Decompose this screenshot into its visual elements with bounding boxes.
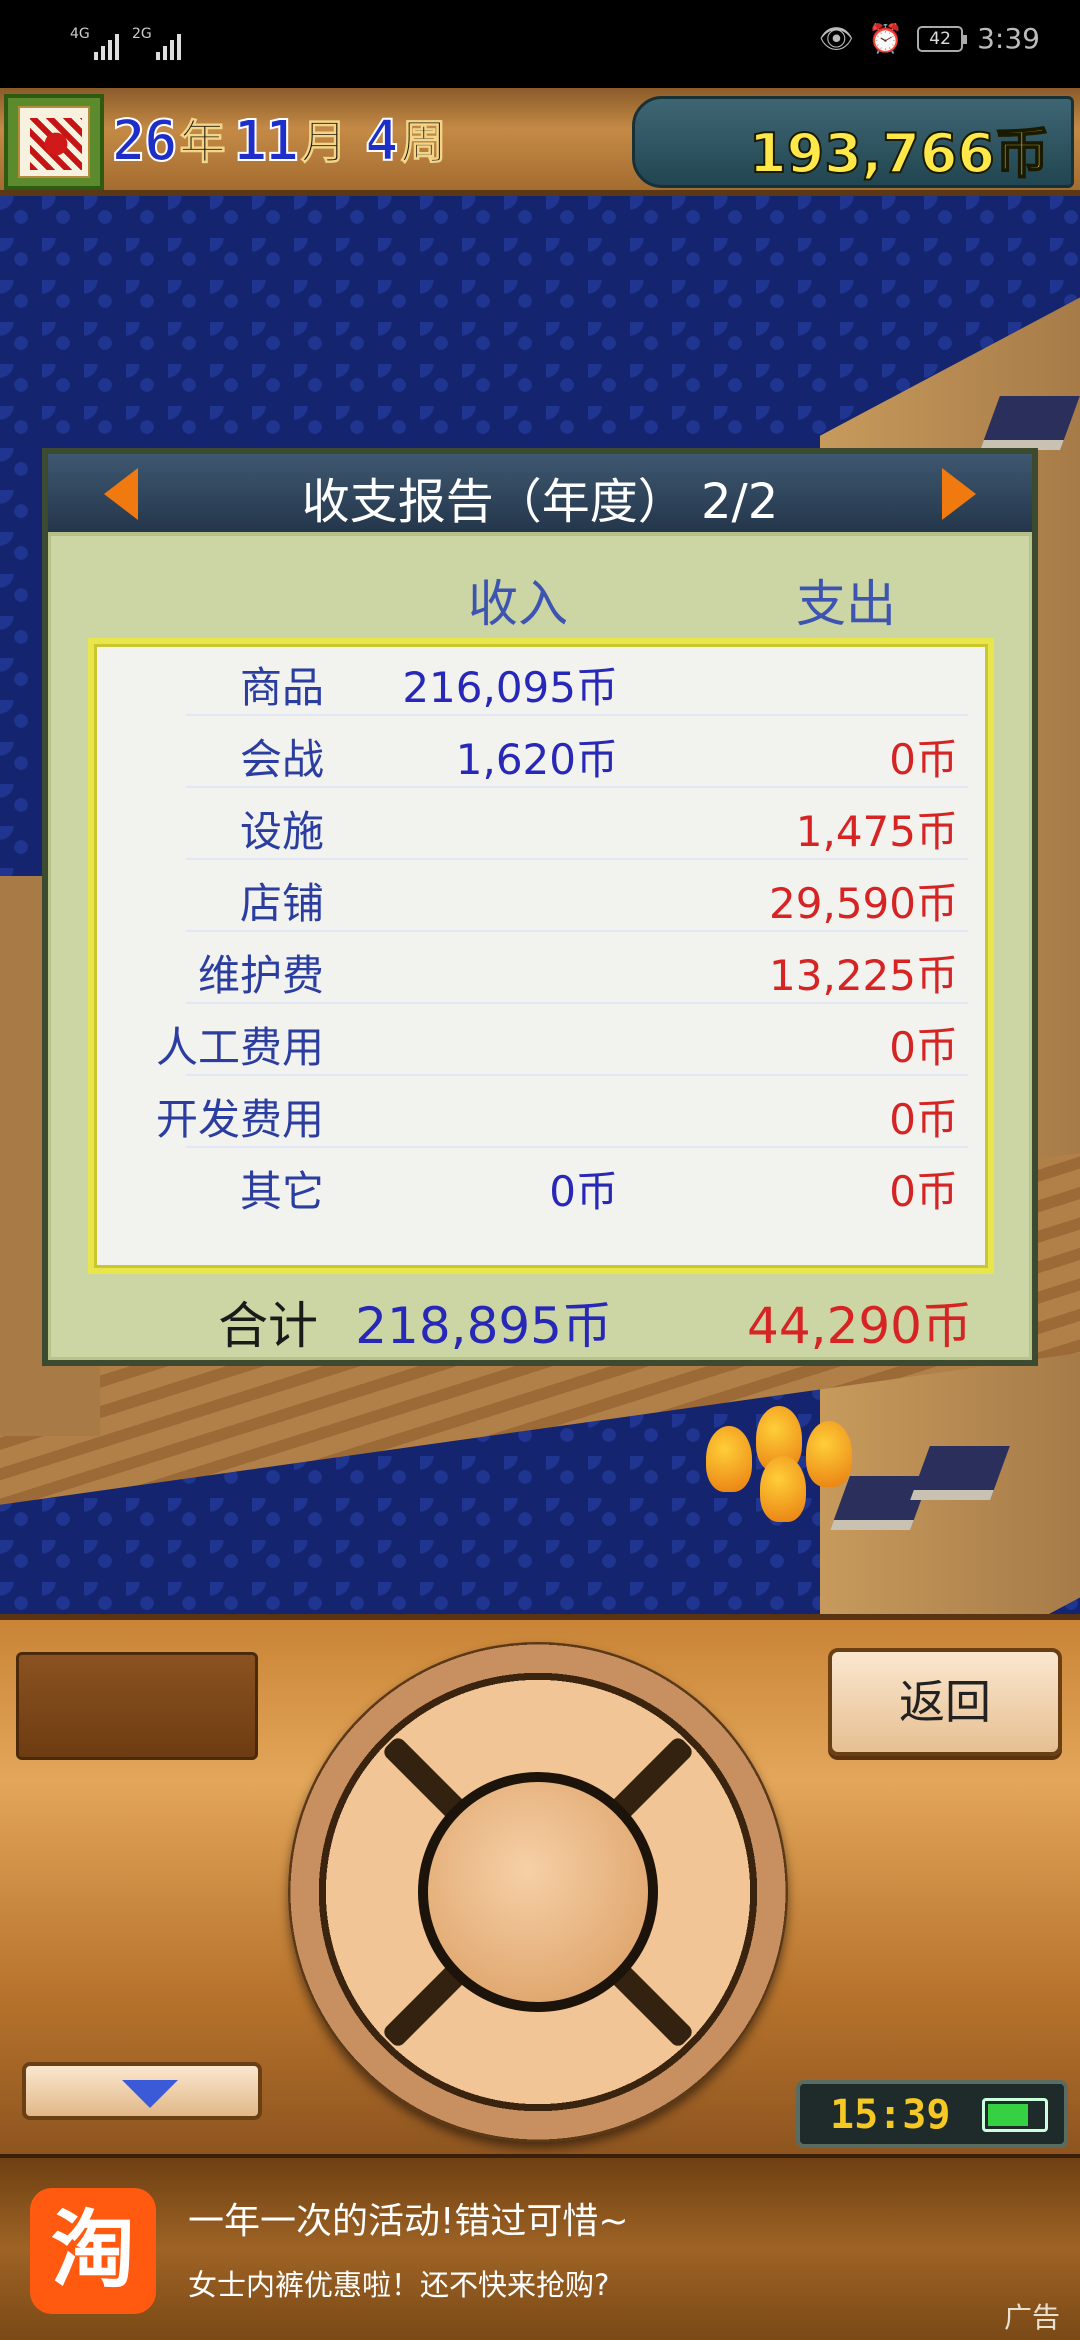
- row-label: 会战: [239, 735, 324, 784]
- income-expense-report: 收支报告（年度） 2/2 收入 支出 商品 216,095币 会战 1,620币…: [42, 448, 1038, 1366]
- table-row: 人工费用 0币: [156, 1004, 968, 1076]
- row-expense: 1,475币: [795, 807, 958, 856]
- week-unit: 周: [400, 115, 447, 170]
- table-row: 店铺 29,590币: [186, 860, 968, 932]
- status-bar: 4G 2G 👁 ⏰ 42 3:39: [0, 0, 1080, 88]
- battery-icon: [982, 2098, 1048, 2132]
- month-unit: 月: [300, 115, 347, 170]
- ad-banner[interactable]: 淘 一年一次的活动!错过可惜~ 女士内裤优惠啦！还不快来抢购? 广告: [0, 2154, 1080, 2340]
- network-type-2: 2G: [132, 26, 152, 42]
- dpad[interactable]: [288, 1642, 788, 2142]
- table-row: 其它 0币 0币: [186, 1148, 968, 1220]
- table-row: 维护费 13,225币: [186, 932, 968, 1004]
- row-expense: 13,225币: [769, 951, 958, 1000]
- money-value: 193,766币: [748, 121, 1050, 186]
- signal-icon-2: 2G: [132, 26, 181, 60]
- report-table: 商品 216,095币 会战 1,620币 0币 设施 1,475币 店铺 29…: [88, 638, 994, 1274]
- row-income: 0币: [549, 1167, 618, 1216]
- row-label: 维护费: [197, 951, 324, 1000]
- row-label: 店铺: [239, 879, 324, 928]
- game-date: 26 年 11 月 4 周: [111, 106, 455, 175]
- network-type-1: 4G: [70, 26, 90, 42]
- row-expense: 0币: [889, 1167, 958, 1216]
- table-row: 设施 1,475币: [186, 788, 968, 860]
- clock-time: 15:39: [830, 2092, 951, 2138]
- game-header: 26 年 11 月 4 周 193,766币: [0, 88, 1080, 196]
- row-expense: 29,590币: [769, 879, 958, 928]
- row-expense: 0币: [889, 735, 958, 784]
- ad-subline[interactable]: 女士内裤优惠啦！还不快来抢购?: [188, 2262, 609, 2304]
- money-display: 193,766币: [632, 96, 1074, 188]
- ad-label: 广告: [1003, 2301, 1060, 2334]
- dpad-center-button[interactable]: [418, 1772, 658, 2012]
- game-clock: 15:39: [796, 2080, 1068, 2148]
- report-header: 收支报告（年度） 2/2: [48, 454, 1032, 536]
- income-column-header: 收入: [468, 575, 568, 633]
- taobao-app-icon[interactable]: 淘: [30, 2188, 156, 2314]
- week-value: 4: [364, 108, 400, 175]
- year-unit: 年: [179, 115, 226, 170]
- row-expense: 0币: [889, 1095, 958, 1144]
- year-value: 26: [111, 108, 178, 175]
- total-income: 218,895币: [355, 1297, 612, 1355]
- row-label: 商品: [239, 663, 324, 712]
- status-time: 3:39: [977, 22, 1040, 55]
- month-value: 11: [232, 108, 299, 175]
- table-row: 开发费用 0币: [156, 1076, 968, 1148]
- signal-icon: 4G: [70, 26, 119, 60]
- ad-headline[interactable]: 一年一次的活动!错过可惜~: [188, 2192, 629, 2244]
- control-panel: 返回 15:39: [0, 1614, 1080, 2154]
- empty-slot-button[interactable]: [16, 1652, 258, 1760]
- down-arrow-icon: [122, 2080, 178, 2108]
- row-label: 开发费用: [155, 1095, 324, 1144]
- clan-emblem-icon[interactable]: [4, 94, 104, 190]
- total-expense: 44,290币: [747, 1297, 972, 1355]
- row-label: 其它: [239, 1167, 324, 1216]
- expense-column-header: 支出: [796, 575, 896, 633]
- table-row: 商品 216,095币: [186, 644, 968, 716]
- tree-icon: [706, 1426, 752, 1492]
- row-label: 设施: [239, 807, 324, 856]
- tree-icon: [760, 1456, 806, 1522]
- row-income: 1,620币: [455, 735, 618, 784]
- row-income: 216,095币: [402, 663, 618, 712]
- row-label: 人工费用: [155, 1023, 324, 1072]
- next-page-arrow-icon[interactable]: [942, 468, 976, 520]
- row-expense: 0币: [889, 1023, 958, 1072]
- tree-icon: [806, 1421, 852, 1487]
- table-row: 会战 1,620币 0币: [186, 716, 968, 788]
- battery-icon: 42: [917, 25, 968, 52]
- eye-icon: 👁: [818, 22, 855, 55]
- alarm-icon: ⏰: [868, 22, 904, 55]
- scroll-down-button[interactable]: [22, 2062, 262, 2120]
- back-button[interactable]: 返回: [828, 1648, 1062, 1756]
- report-title: 收支报告（年度） 2/2: [301, 474, 779, 530]
- total-label: 合计: [218, 1297, 318, 1355]
